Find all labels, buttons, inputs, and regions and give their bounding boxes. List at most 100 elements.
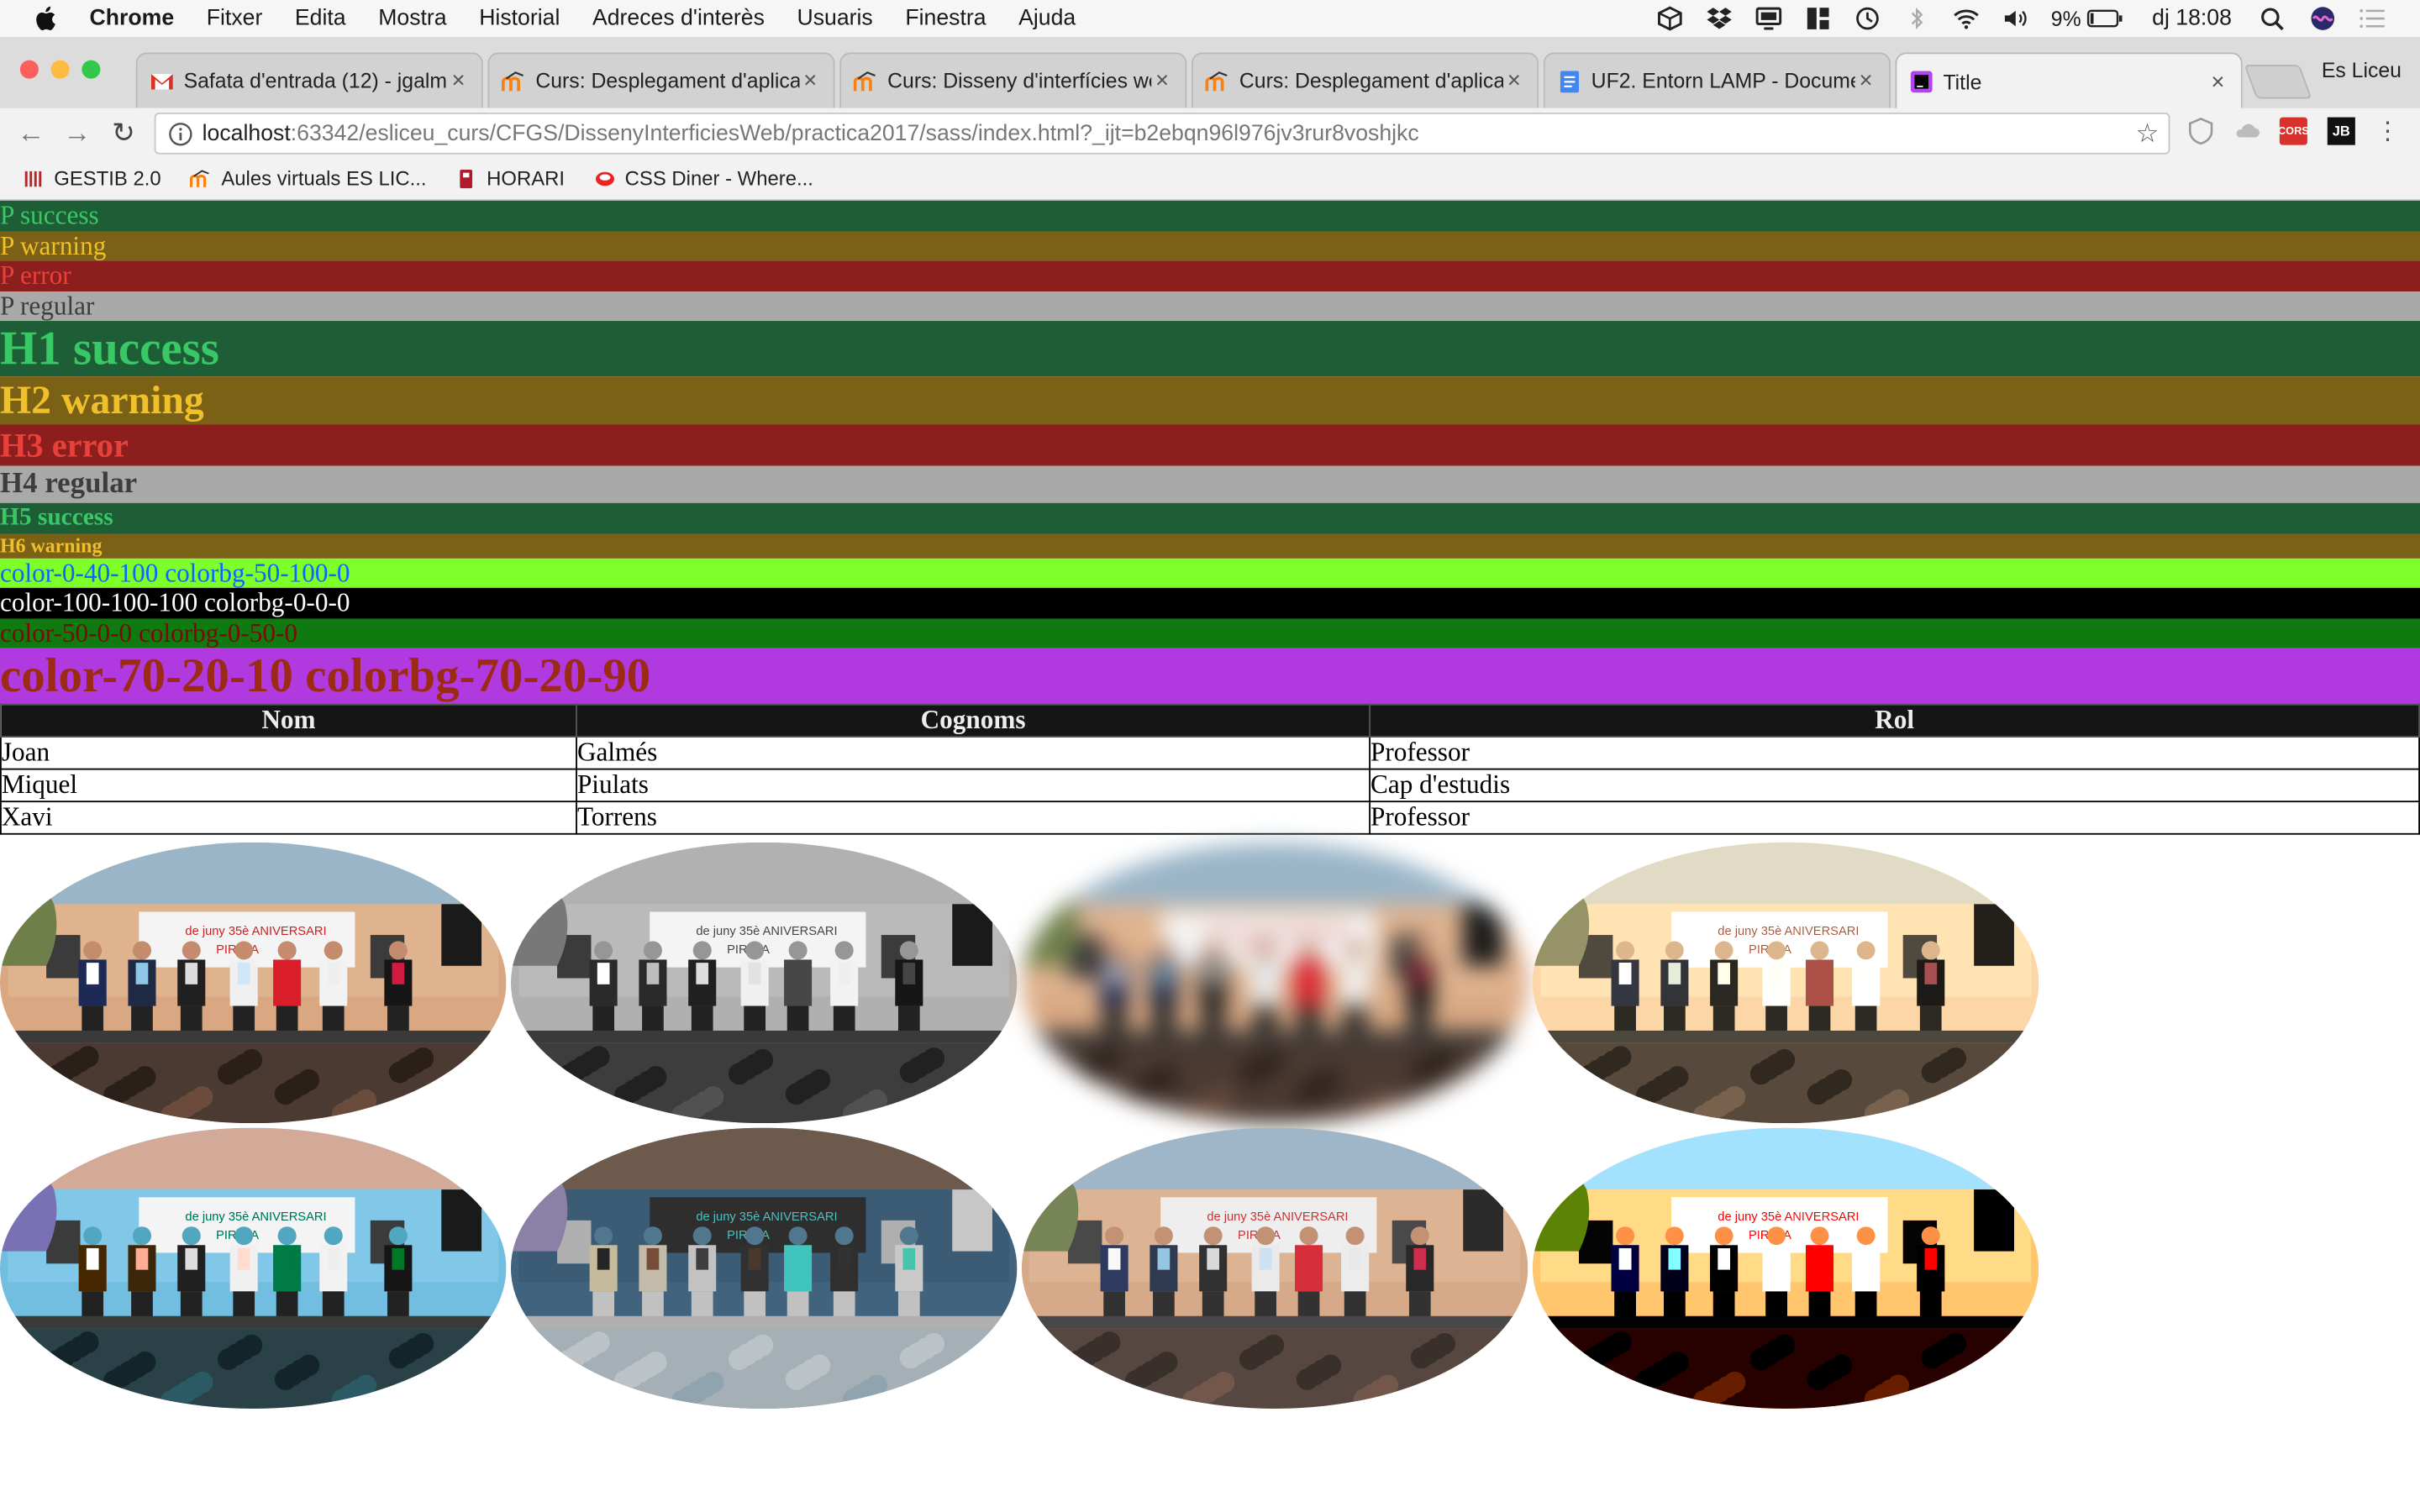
h3-error: H3 error [0,424,2420,466]
people-table: Nom Cognoms Rol Joan Galmés Professor Mi… [0,703,2420,835]
photo-normal: de juny 35è ANIVERSARIPIRATA [0,842,507,1124]
dropbox-icon[interactable] [1705,6,1733,30]
jetbrains-extension-icon[interactable]: JB [2327,117,2355,145]
moodle-icon [190,169,210,186]
wifi-icon[interactable] [1952,6,1980,30]
tab-title: Curs: Desplegament d'aplicacions [1239,69,1503,93]
table-cell: Professor [1369,801,2420,835]
zoom-window-button[interactable] [82,60,101,79]
close-tab-icon[interactable]: × [1151,68,1173,94]
close-tab-icon[interactable]: × [1855,68,1877,94]
bookmark-horari[interactable]: HORARI [455,166,565,190]
bookmark-label: GESTIB 2.0 [54,166,161,190]
moodle-icon [1205,69,1229,93]
cors-extension-icon[interactable]: CORS [2278,117,2309,145]
menu-finestra[interactable]: Finestra [905,6,986,30]
svg-text:de juny 35è ANIVERSARI: de juny 35è ANIVERSARI [1207,1210,1348,1224]
close-tab-icon[interactable]: × [2207,69,2229,95]
siri-icon[interactable] [2309,6,2337,30]
table-cell: Torrens [576,801,1371,835]
table-row: Xavi Torrens Professor [0,801,2420,835]
profile-name[interactable]: Es Liceu [2322,59,2402,82]
tab-gmail[interactable]: Safata d'entrada (12) - jgalmes × [135,52,483,108]
reload-icon[interactable]: ↻ [108,118,139,149]
tab-strip: Safata d'entrada (12) - jgalmes × Curs: … [0,37,2420,110]
minimize-window-button[interactable] [50,60,70,79]
close-window-button[interactable] [19,60,39,79]
table-cell: Cap d'estudis [1369,768,2420,803]
tab-title: Curs: Disseny d'interfícies web [887,69,1152,93]
h2-warning: H2 warning [0,376,2420,425]
photo-blur: de juny 35è ANIVERSARIPIRATA [1021,842,1528,1124]
tab-curs-desplegament[interactable]: Curs: Desplegament d'aplicacions × [487,52,835,108]
photo-high-contrast: de juny 35è ANIVERSARIPIRATA [1532,1127,2039,1409]
macos-menubar: Chrome Fitxer Edita Mostra Historial Adr… [0,0,2420,38]
h4-regular: H4 regular [0,465,2420,503]
bookmarks-bar: GESTIB 2.0 Aules virtuals ES LIC... HORA… [0,157,2420,201]
svg-text:de juny 35è ANIVERSARI: de juny 35è ANIVERSARI [185,925,326,938]
info-icon[interactable] [168,121,192,145]
table-cell: Piulats [576,768,1371,803]
photo-grayscale: de juny 35è ANIVERSARIPIRATA [510,842,1018,1124]
color-row-blue-on-green: color-0-40-100 colorbg-50-100-0 [0,557,2420,588]
p-regular: P regular [0,291,2420,322]
menu-adreces[interactable]: Adreces d'interès [592,6,765,30]
tab-title: Curs: Desplegament d'aplicacions [535,69,799,93]
battery-icon[interactable] [2087,6,2124,30]
column-header: Cognoms [576,703,1371,738]
bookmark-gestib[interactable]: GESTIB 2.0 [24,166,161,190]
table-cell: Xavi [0,801,577,835]
moodle-icon [853,69,878,93]
menu-app-chrome[interactable]: Chrome [90,6,175,30]
cssdiner-icon [595,171,614,186]
bookmark-label: Aules virtuals ES LIC... [221,166,427,190]
tab-curs-desplegament-2[interactable]: Curs: Desplegament d'aplicacions × [1191,52,1539,108]
color-row-rust-on-purple: color-70-20-10 colorbg-70-20-90 [0,648,2420,704]
bookmark-star-icon[interactable]: ☆ [2136,118,2160,150]
new-tab-button[interactable] [2244,65,2312,99]
apple-icon[interactable] [34,5,58,33]
bluetooth-icon[interactable] [1902,6,1930,30]
menu-mostra[interactable]: Mostra [378,6,446,30]
menu-usuaris[interactable]: Usuaris [797,6,872,30]
back-arrow-icon[interactable]: ← [15,118,46,149]
tab-curs-disseny[interactable]: Curs: Disseny d'interfícies web × [839,52,1187,108]
table-header-row: Nom Cognoms Rol [0,703,2420,738]
battery-percent: 9% [2050,7,2081,30]
bookmark-aules-virtuals[interactable]: Aules virtuals ES LIC... [190,166,427,190]
tab-title-active[interactable]: Title × [1895,52,2243,110]
page-content: P success P warning P error P regular H1… [0,200,2420,1512]
svg-text:de juny 35è ANIVERSARI: de juny 35è ANIVERSARI [1207,925,1348,938]
address-bar[interactable]: localhost:63342/esliceu_curs/CFGS/Dissen… [154,113,2170,155]
p-warning: P warning [0,230,2420,261]
clock[interactable]: dj 18:08 [2152,6,2232,30]
docs-icon [1557,69,1581,93]
column-header: Rol [1369,703,2420,738]
table-cell: Professor [1369,736,2420,770]
notification-center-icon[interactable] [2359,6,2386,30]
menu-fitxer[interactable]: Fitxer [207,6,263,30]
package-icon[interactable] [1656,6,1684,31]
display-icon[interactable] [1754,6,1782,30]
time-machine-icon[interactable] [1854,6,1881,30]
menu-edita[interactable]: Edita [295,6,346,30]
tab-title: Safata d'entrada (12) - jgalmes [183,69,448,93]
close-tab-icon[interactable]: × [799,68,821,94]
menu-ajuda[interactable]: Ajuda [1018,6,1076,30]
table-row: Joan Galmés Professor [0,736,2420,770]
volume-icon[interactable] [2002,6,2029,30]
close-tab-icon[interactable]: × [1503,68,1525,94]
window-controls [19,60,101,79]
bookmark-css-diner[interactable]: CSS Diner - Where... [594,166,813,190]
window-manager-icon[interactable] [1804,6,1832,30]
tab-uf2-lamp[interactable]: UF2. Entorn LAMP - Documents × [1543,52,1891,108]
extension-shield-icon[interactable] [2187,118,2215,145]
spotlight-search-icon[interactable] [2260,6,2287,31]
menu-historial[interactable]: Historial [479,6,560,30]
close-tab-icon[interactable]: × [448,68,470,94]
svg-text:de juny 35è ANIVERSARI: de juny 35è ANIVERSARI [696,925,837,938]
url-host: localhost [202,121,291,146]
chrome-menu-icon[interactable]: ⋮ [2374,118,2402,144]
extension-cloud-icon[interactable] [2233,118,2261,145]
forward-arrow-icon[interactable]: → [61,118,92,149]
